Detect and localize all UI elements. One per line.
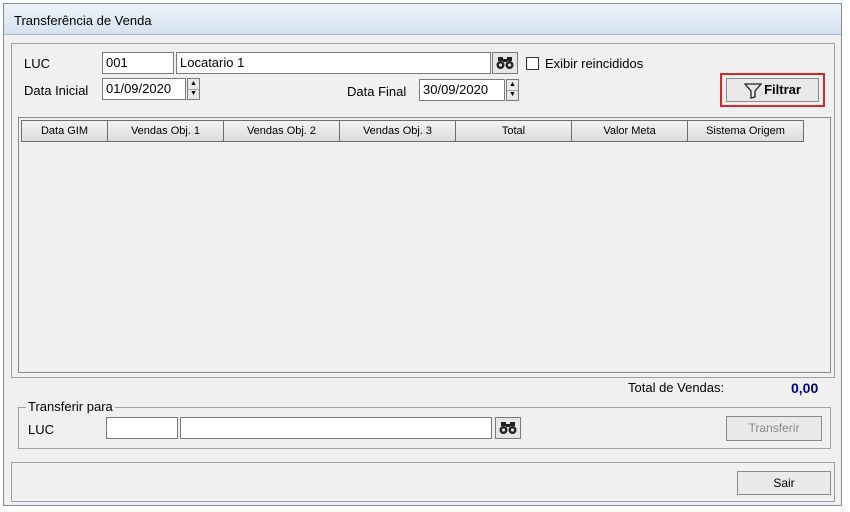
luc-name-input[interactable]: Locatario 1 (176, 52, 491, 74)
grid-header: Data GIM Vendas Obj. 1 Vendas Obj. 2 Ven… (21, 120, 804, 142)
sales-grid[interactable]: Data GIM Vendas Obj. 1 Vendas Obj. 2 Ven… (18, 117, 831, 373)
filter-button-label: Filtrar (764, 82, 801, 97)
transfer-luc-code-input[interactable] (106, 417, 178, 439)
start-date-input[interactable]: 01/09/2020 (102, 78, 186, 100)
start-date-label: Data Inicial (24, 83, 89, 98)
luc-code-input[interactable]: 001 (102, 52, 174, 74)
transfer-button[interactable]: Transferir (726, 416, 822, 441)
total-sales-value: 0,00 (791, 380, 819, 396)
filter-button[interactable]: Filtrar (726, 78, 819, 102)
window-title: Transferência de Venda (14, 13, 152, 28)
column-vendas-obj-3[interactable]: Vendas Obj. 3 (340, 120, 456, 142)
spin-down-icon[interactable]: ▼ (188, 89, 199, 99)
binoculars-icon (499, 422, 517, 434)
title-bar: Transferência de Venda (4, 4, 841, 35)
start-date-spinner[interactable]: ▲ ▼ (187, 78, 200, 100)
column-valor-meta[interactable]: Valor Meta (572, 120, 688, 142)
luc-search-button[interactable] (492, 52, 518, 74)
show-reincididos-checkbox[interactable] (526, 57, 539, 70)
spin-down-icon[interactable]: ▼ (507, 90, 518, 100)
transfer-group-label: Transferir para (26, 399, 115, 414)
binoculars-icon (496, 57, 514, 69)
transfer-luc-search-button[interactable] (495, 417, 521, 439)
column-vendas-obj-2[interactable]: Vendas Obj. 2 (224, 120, 340, 142)
column-data-gim[interactable]: Data GIM (21, 120, 108, 142)
footer-panel (11, 462, 835, 502)
transfer-luc-label: LUC (28, 422, 55, 437)
luc-label: LUC (24, 56, 51, 71)
end-date-input[interactable]: 30/09/2020 (419, 79, 505, 101)
column-sistema-origem[interactable]: Sistema Origem (688, 120, 804, 142)
transfer-luc-name-input[interactable] (180, 417, 492, 439)
column-total[interactable]: Total (456, 120, 572, 142)
exit-button[interactable]: Sair (737, 471, 831, 495)
show-reincididos-label: Exibir reincididos (545, 56, 644, 71)
end-date-label: Data Final (347, 84, 407, 99)
total-sales-label: Total de Vendas: (628, 380, 725, 395)
funnel-icon (743, 82, 763, 99)
end-date-spinner[interactable]: ▲ ▼ (506, 79, 519, 101)
column-vendas-obj-1[interactable]: Vendas Obj. 1 (108, 120, 224, 142)
transfer-sales-window: Transferência de Venda LUC 001 Locatario… (3, 3, 842, 506)
